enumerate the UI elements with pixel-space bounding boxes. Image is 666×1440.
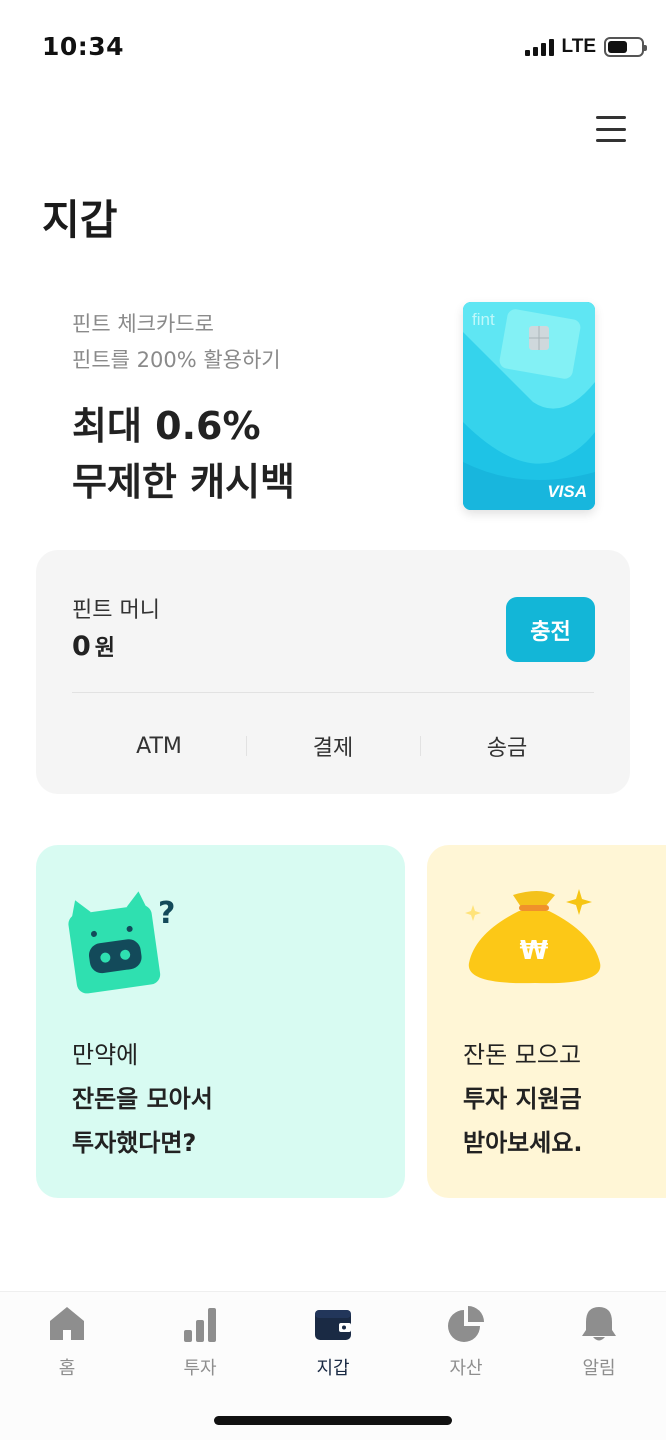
- check-card-image[interactable]: fint VISA: [463, 302, 595, 510]
- status-time: 10:34: [42, 32, 125, 61]
- check-card-promo[interactable]: 핀트 체크카드로 핀트를 200% 활용하기 최대 0.6% 무제한 캐시백: [72, 306, 452, 516]
- feature-line-1: 잔돈 모으고: [463, 1041, 582, 1069]
- feature-text: 잔돈 모으고 투자 지원금 받아보세요.: [463, 1033, 583, 1165]
- nav-label: 자산: [449, 1358, 483, 1379]
- money-actions: ATM 결제 송금: [72, 720, 594, 772]
- nav-item-assets[interactable]: 자산: [416, 1302, 516, 1392]
- nav-item-home[interactable]: 홈: [17, 1302, 117, 1392]
- nav-label: 지갑: [316, 1358, 350, 1379]
- charge-button[interactable]: 충전: [506, 597, 595, 662]
- feature-line-3: 투자했다면?: [72, 1129, 197, 1157]
- piggy-question-icon: ?: [68, 891, 175, 994]
- nav-label: 투자: [183, 1358, 217, 1379]
- payment-button[interactable]: 결제: [246, 720, 420, 772]
- battery-icon: [604, 37, 647, 57]
- promo-line-2: 핀트를 200% 활용하기: [72, 348, 281, 372]
- money-label: 핀트 머니: [72, 598, 160, 623]
- money-amount-unit: 원: [94, 636, 116, 661]
- promo-line-1: 핀트 체크카드로: [72, 312, 214, 336]
- transfer-button[interactable]: 송금: [420, 720, 594, 772]
- card-brand: fint: [472, 310, 495, 329]
- feature-line-2: 투자 지원금: [463, 1085, 582, 1113]
- money-bag-icon: ₩: [465, 889, 601, 984]
- nav-item-invest[interactable]: 투자: [150, 1302, 250, 1392]
- nav-label: 알림: [582, 1358, 616, 1379]
- feature-card-invest-support[interactable]: ₩ 잔돈 모으고 투자 지원금 받아보세요.: [427, 845, 666, 1198]
- feature-line-2: 잔돈을 모아서: [72, 1085, 213, 1113]
- status-indicators: LTE: [524, 36, 647, 58]
- signal-icon: [524, 38, 554, 56]
- feature-text: 만약에 잔돈을 모아서 투자했다면?: [72, 1033, 213, 1165]
- page-title: 지갑: [42, 196, 118, 244]
- feature-line-1: 만약에: [72, 1041, 139, 1069]
- nav-item-alerts[interactable]: 알림: [549, 1302, 649, 1392]
- nav-label: 홈: [58, 1358, 76, 1379]
- network-label: LTE: [561, 36, 596, 57]
- wallet-icon: [315, 1310, 351, 1340]
- feature-card-what-if[interactable]: ? 만약에 잔돈을 모아서 투자했다면?: [36, 845, 405, 1198]
- promo-headline-1: 최대 0.6%: [72, 404, 261, 448]
- battery-level: [608, 41, 628, 53]
- home-indicator: [214, 1416, 452, 1425]
- status-bar: 10:34 LTE: [0, 0, 666, 96]
- atm-button[interactable]: ATM: [72, 720, 246, 772]
- nav-item-wallet[interactable]: 지갑: [283, 1302, 383, 1392]
- money-balance: 0원: [72, 630, 115, 662]
- pie-chart-icon: [448, 1306, 484, 1342]
- divider: [72, 692, 594, 693]
- card-art: [463, 302, 595, 510]
- promo-headline-2: 무제한 캐시백: [72, 460, 295, 504]
- svg-text:?: ?: [158, 896, 175, 931]
- card-network: VISA: [547, 482, 587, 501]
- feature-line-3: 받아보세요.: [463, 1129, 583, 1157]
- home-icon: [50, 1307, 84, 1340]
- svg-text:₩: ₩: [520, 936, 549, 966]
- hamburger-icon[interactable]: [594, 112, 628, 146]
- fint-money-panel: 핀트 머니 0원 충전 ATM 결제 송금: [36, 550, 630, 794]
- bell-icon: [582, 1307, 616, 1341]
- promo-headline: 최대 0.6% 무제한 캐시백: [72, 398, 452, 510]
- money-amount-value: 0: [72, 631, 91, 662]
- bar-chart-icon: [184, 1308, 216, 1342]
